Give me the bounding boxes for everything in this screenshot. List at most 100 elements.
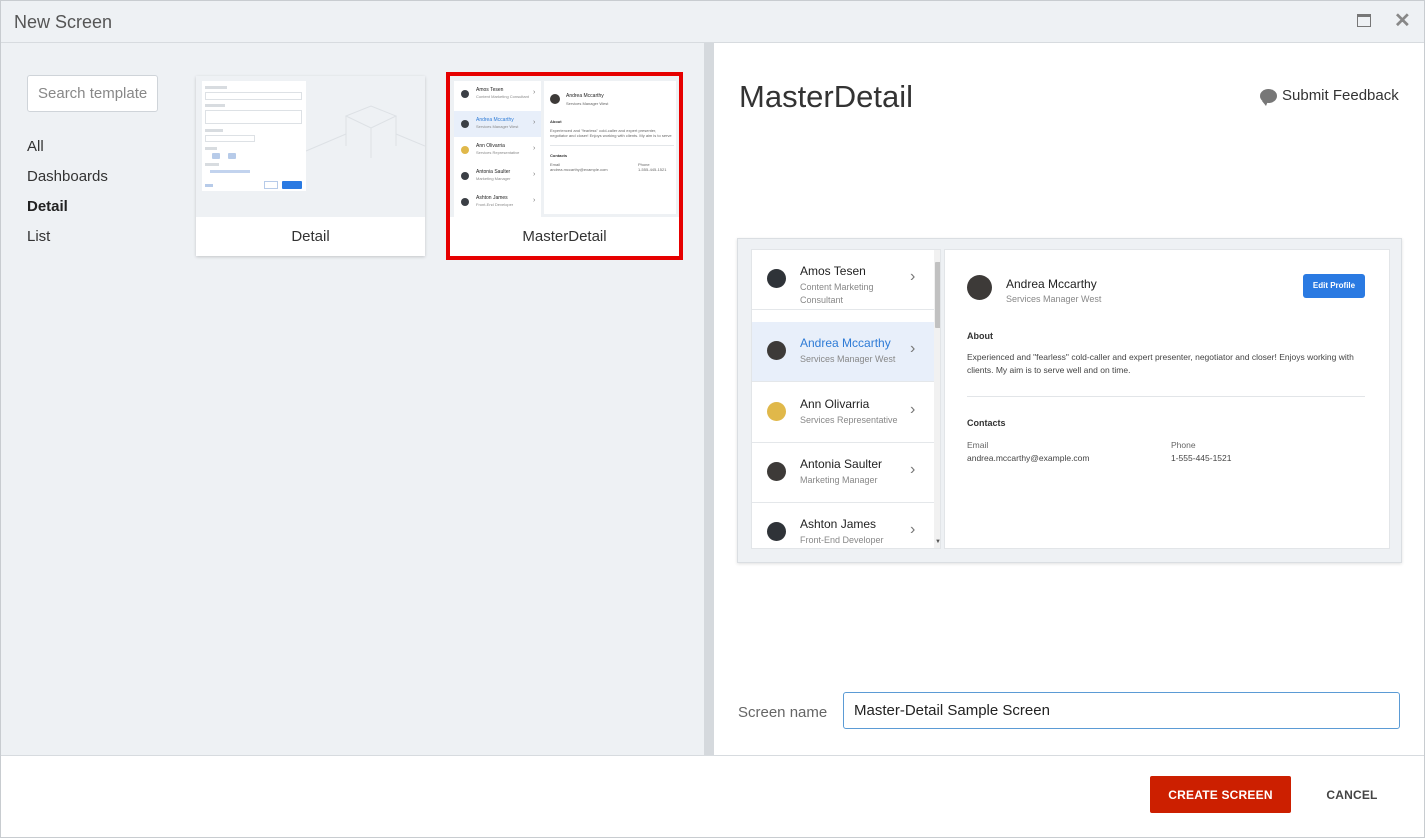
mini-item-role: Content Marketing Consultant [476,94,529,99]
mini-detail-preview: Andrea Mccarthy Services Manager West Ab… [544,81,676,214]
mini-item-name: Amos Tesen [476,87,504,93]
category-detail[interactable]: Detail [27,198,68,215]
mini-item-role: Front-End Developer [476,202,514,207]
edit-profile-button[interactable]: Edit Profile [1303,274,1365,298]
template-preview: Amos Tesen Content Marketing Consultant … [737,238,1402,563]
mini-form-preview [202,81,306,191]
list-item[interactable]: Antonia Saulter Marketing Manager › [752,443,934,503]
about-text: Experienced and "fearless" cold-caller a… [967,352,1354,375]
mini-item-name: Andrea Mccarthy [476,117,514,123]
list-item[interactable]: Amos Tesen Content Marketing Consultant … [752,250,934,310]
scroll-down-icon[interactable]: ▼ [935,539,940,545]
template-preview-panel: MasterDetail Submit Feedback Amos Tesen … [714,43,1424,755]
mini-contacts-heading: Contacts [550,153,568,158]
avatar [461,198,469,206]
avatar [767,269,786,288]
avatar [767,522,786,541]
chevron-right-icon: › [533,145,536,152]
template-card-detail[interactable]: Detail [196,76,425,256]
submit-feedback-link[interactable]: Submit Feedback [1260,87,1399,106]
list-item-name: Amos Tesen [800,264,866,278]
list-item[interactable]: Ashton James Front-End Developer › [752,503,934,548]
mini-list-item: Andrea Mccarthy Services Manager West › [454,111,541,137]
phone-label: Phone [1171,440,1196,450]
create-screen-button[interactable]: CREATE SCREEN [1150,776,1291,813]
mini-item-name: Ashton James [476,195,508,201]
cancel-button[interactable]: CANCEL [1311,776,1393,813]
screen-name-label: Screen name [738,704,828,721]
preview-title: MasterDetail [739,79,913,114]
avatar [550,94,560,104]
mini-detail-name: Andrea Mccarthy [566,93,604,99]
mini-phone-value: 1-555-445-1521 [638,167,667,172]
mini-email-value: andrea.mccarthy@example.com [550,167,608,172]
chevron-right-icon: › [533,197,536,204]
category-all[interactable]: All [27,138,44,155]
mini-item-role: Marketing Manager [476,176,511,181]
new-screen-dialog: New Screen ✕ All Dashboards Detail List [0,0,1425,838]
list-item-role: Content Marketing Consultant [800,282,874,305]
avatar [767,402,786,421]
screen-name-input[interactable] [843,692,1400,729]
mini-item-name: Ann Olivarria [476,143,505,149]
mini-item-name: Antonia Saulter [476,169,511,175]
list-item-role: Front-End Developer [800,535,884,545]
template-label-masterdetail: MasterDetail [522,228,607,245]
chevron-right-icon: › [533,171,536,178]
phone-value: 1-555-445-1521 [1171,453,1232,463]
title-bar: New Screen ✕ [1,1,1424,43]
mini-detail-role: Services Manager West [566,101,609,106]
maximize-icon[interactable] [1357,14,1371,27]
avatar [461,146,469,154]
list-item-name: Antonia Saulter [800,457,883,471]
avatar [767,462,786,481]
chevron-right-icon: › [910,340,916,357]
preview-master-list: Amos Tesen Content Marketing Consultant … [751,249,941,549]
chevron-right-icon: › [910,521,916,538]
chevron-right-icon: › [910,401,916,418]
email-label: Email [967,440,989,450]
mini-list-item: Ashton James Front-End Developer › [454,189,541,215]
mini-about-text: Experienced and "fearless" cold-caller a… [550,128,672,138]
template-browser: All Dashboards Detail List [1,43,704,755]
submit-feedback-label: Submit Feedback [1282,87,1399,104]
divider [550,145,674,146]
list-item-name: Andrea Mccarthy [800,336,891,350]
chevron-right-icon: › [533,89,536,96]
category-list[interactable]: List [27,228,50,245]
list-item-role: Marketing Manager [800,475,878,485]
avatar [767,341,786,360]
avatar [461,90,469,98]
template-card-masterdetail[interactable]: Amos Tesen Content Marketing Consultant … [446,72,683,260]
avatar [461,172,469,180]
mini-list-item: Amos Tesen Content Marketing Consultant … [454,81,541,107]
detail-role: Services Manager West [1006,294,1102,304]
mini-list-preview: Amos Tesen Content Marketing Consultant … [454,81,541,217]
list-item-name: Ann Olivarria [800,397,870,411]
close-icon[interactable]: ✕ [1394,9,1411,33]
email-value: andrea.mccarthy@example.com [967,453,1090,463]
category-dashboards[interactable]: Dashboards [27,168,108,185]
avatar [967,275,992,300]
panel-splitter[interactable] [704,43,714,755]
dialog-title: New Screen [14,12,113,32]
template-thumbnail-masterdetail: Amos Tesen Content Marketing Consultant … [450,76,679,217]
scrollbar-thumb[interactable] [935,262,940,328]
list-item[interactable]: Andrea Mccarthy Services Manager West › [752,322,934,382]
list-item-role: Services Representative [800,415,898,425]
mini-item-role: Services Representative [476,150,520,155]
list-item-name: Ashton James [800,517,877,531]
chevron-right-icon: › [910,461,916,478]
divider [967,396,1365,397]
dialog-footer: CREATE SCREEN CANCEL [1,755,1424,837]
detail-name: Andrea Mccarthy [1006,277,1097,291]
contacts-heading: Contacts [967,418,1006,428]
list-item[interactable]: Ann Olivarria Services Representative › [752,383,934,443]
mini-list-item: Antonia Saulter Marketing Manager › [454,163,541,189]
search-templates-input[interactable] [27,75,158,112]
preview-detail-pane: Andrea Mccarthy Services Manager West Ed… [944,249,1390,549]
about-heading: About [967,331,993,341]
list-scrollbar[interactable]: ▼ [934,250,940,548]
speech-bubble-icon [1260,88,1277,106]
template-thumbnail-detail [196,76,425,217]
